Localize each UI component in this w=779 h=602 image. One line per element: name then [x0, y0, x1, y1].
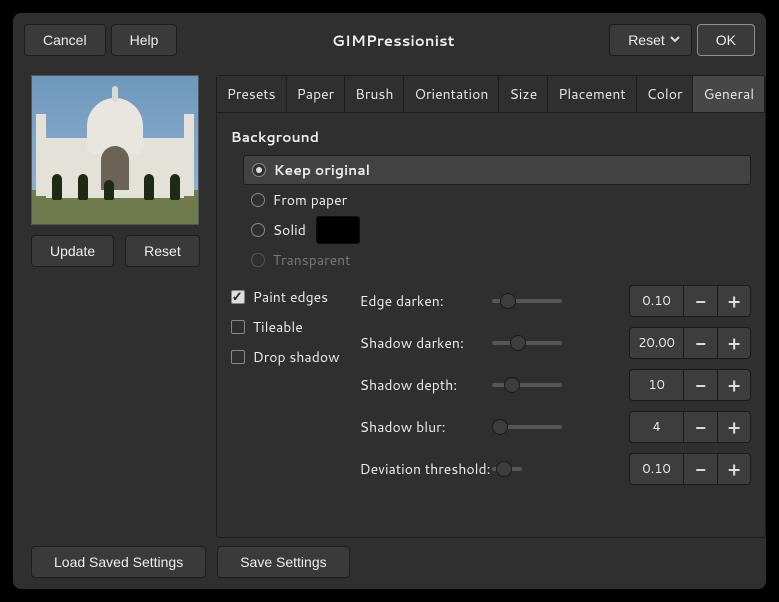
tab-paper[interactable]: Paper — [287, 76, 346, 112]
radio-dot-icon — [252, 163, 266, 177]
help-button[interactable]: Help — [111, 24, 178, 56]
slider-shadow-darken: Shadow darken: 20.00 − + — [360, 327, 751, 359]
slider-thumb[interactable] — [504, 377, 520, 393]
decrement-button[interactable]: − — [683, 411, 717, 443]
radio-keep-original[interactable]: Keep original — [243, 155, 751, 185]
check-drop-shadow[interactable]: Drop shadow — [231, 347, 340, 367]
increment-button[interactable]: + — [717, 327, 751, 359]
checkbox-icon — [231, 320, 245, 334]
radio-label: From paper — [273, 190, 347, 210]
slider-value[interactable]: 0.10 — [629, 453, 683, 485]
decrement-button[interactable]: − — [683, 327, 717, 359]
tab-bar: Presets Paper Brush Orientation Size Pla… — [217, 76, 765, 113]
tab-brush[interactable]: Brush — [345, 76, 404, 112]
checkbox-label: Drop shadow — [253, 347, 340, 367]
decrement-button[interactable]: − — [683, 285, 717, 317]
reset-label: Reset — [628, 32, 665, 48]
slider-label: Deviation threshold: — [360, 459, 492, 479]
save-settings-button[interactable]: Save Settings — [217, 546, 349, 578]
slider-thumb[interactable] — [500, 293, 516, 309]
slider-thumb[interactable] — [496, 461, 512, 477]
dialog: Cancel Help GIMPressionist Reset OK — [13, 13, 766, 589]
checkbox-icon — [231, 350, 245, 364]
slider-track[interactable] — [492, 341, 562, 345]
slider-value[interactable]: 0.10 — [629, 285, 683, 317]
slider-label: Edge darken: — [360, 291, 492, 311]
slider-value[interactable]: 10 — [629, 369, 683, 401]
preview-image — [31, 75, 199, 225]
load-saved-settings-button[interactable]: Load Saved Settings — [31, 546, 206, 578]
radio-dot-icon — [251, 223, 265, 237]
radio-from-paper[interactable]: From paper — [243, 185, 751, 215]
tab-general[interactable]: General — [693, 76, 765, 112]
slider-label: Shadow depth: — [360, 375, 492, 395]
checkbox-group: Paint edges Tileable Drop shadow — [231, 285, 340, 485]
content: Update Reset Presets Paper Brush Orienta… — [24, 68, 755, 538]
slider-edge-darken: Edge darken: 0.10 − + — [360, 285, 751, 317]
ok-button[interactable]: OK — [697, 24, 755, 56]
radio-label: Solid — [273, 220, 306, 240]
tab-placement[interactable]: Placement — [548, 76, 636, 112]
slider-group: Edge darken: 0.10 − + Shadow darken: — [360, 285, 751, 485]
background-radio-group: Keep original From paper Solid Transpare… — [243, 155, 751, 275]
solid-color-swatch[interactable] — [316, 216, 360, 244]
increment-button[interactable]: + — [717, 369, 751, 401]
radio-dot-icon — [251, 193, 265, 207]
tab-size[interactable]: Size — [499, 76, 548, 112]
slider-value[interactable]: 4 — [629, 411, 683, 443]
check-tileable[interactable]: Tileable — [231, 317, 340, 337]
checkbox-icon — [231, 290, 245, 304]
preview-update-button[interactable]: Update — [31, 235, 114, 267]
decrement-button[interactable]: − — [683, 369, 717, 401]
background-heading: Background — [231, 127, 751, 147]
radio-transparent: Transparent — [243, 245, 751, 275]
preview-column: Update Reset — [31, 75, 200, 538]
slider-thumb[interactable] — [510, 335, 526, 351]
radio-label: Keep original — [274, 160, 370, 180]
slider-label: Shadow darken: — [360, 333, 492, 353]
settings-frame: Presets Paper Brush Orientation Size Pla… — [216, 75, 766, 538]
tab-color[interactable]: Color — [637, 76, 694, 112]
preview-reset-button[interactable]: Reset — [125, 235, 200, 267]
footer: Load Saved Settings Save Settings — [24, 538, 755, 578]
cancel-button[interactable]: Cancel — [24, 24, 106, 56]
slider-track[interactable] — [492, 383, 562, 387]
slider-shadow-blur: Shadow blur: 4 − + — [360, 411, 751, 443]
slider-value[interactable]: 20.00 — [629, 327, 683, 359]
radio-dot-icon — [251, 253, 265, 267]
increment-button[interactable]: + — [717, 411, 751, 443]
reset-dropdown-button[interactable]: Reset — [609, 24, 692, 56]
decrement-button[interactable]: − — [683, 453, 717, 485]
slider-shadow-depth: Shadow depth: 10 − + — [360, 369, 751, 401]
increment-button[interactable]: + — [717, 285, 751, 317]
radio-label: Transparent — [273, 250, 351, 270]
slider-deviation-threshold: Deviation threshold: 0.10 − + — [360, 453, 751, 485]
slider-track[interactable] — [492, 425, 562, 429]
slider-thumb[interactable] — [492, 419, 508, 435]
dialog-header: Cancel Help GIMPressionist Reset OK — [24, 24, 755, 56]
dialog-title: GIMPressionist — [177, 30, 609, 51]
increment-button[interactable]: + — [717, 453, 751, 485]
tab-presets[interactable]: Presets — [217, 76, 287, 112]
checkbox-label: Tileable — [253, 317, 303, 337]
general-panel: Background Keep original From paper Soli… — [217, 113, 765, 537]
slider-label: Shadow blur: — [360, 417, 492, 437]
radio-solid[interactable]: Solid — [243, 215, 751, 245]
check-paint-edges[interactable]: Paint edges — [231, 287, 340, 307]
chevron-down-icon — [669, 32, 681, 48]
tab-orientation[interactable]: Orientation — [404, 76, 499, 112]
checkbox-label: Paint edges — [253, 287, 328, 307]
slider-track[interactable] — [492, 467, 522, 471]
slider-track[interactable] — [492, 299, 562, 303]
